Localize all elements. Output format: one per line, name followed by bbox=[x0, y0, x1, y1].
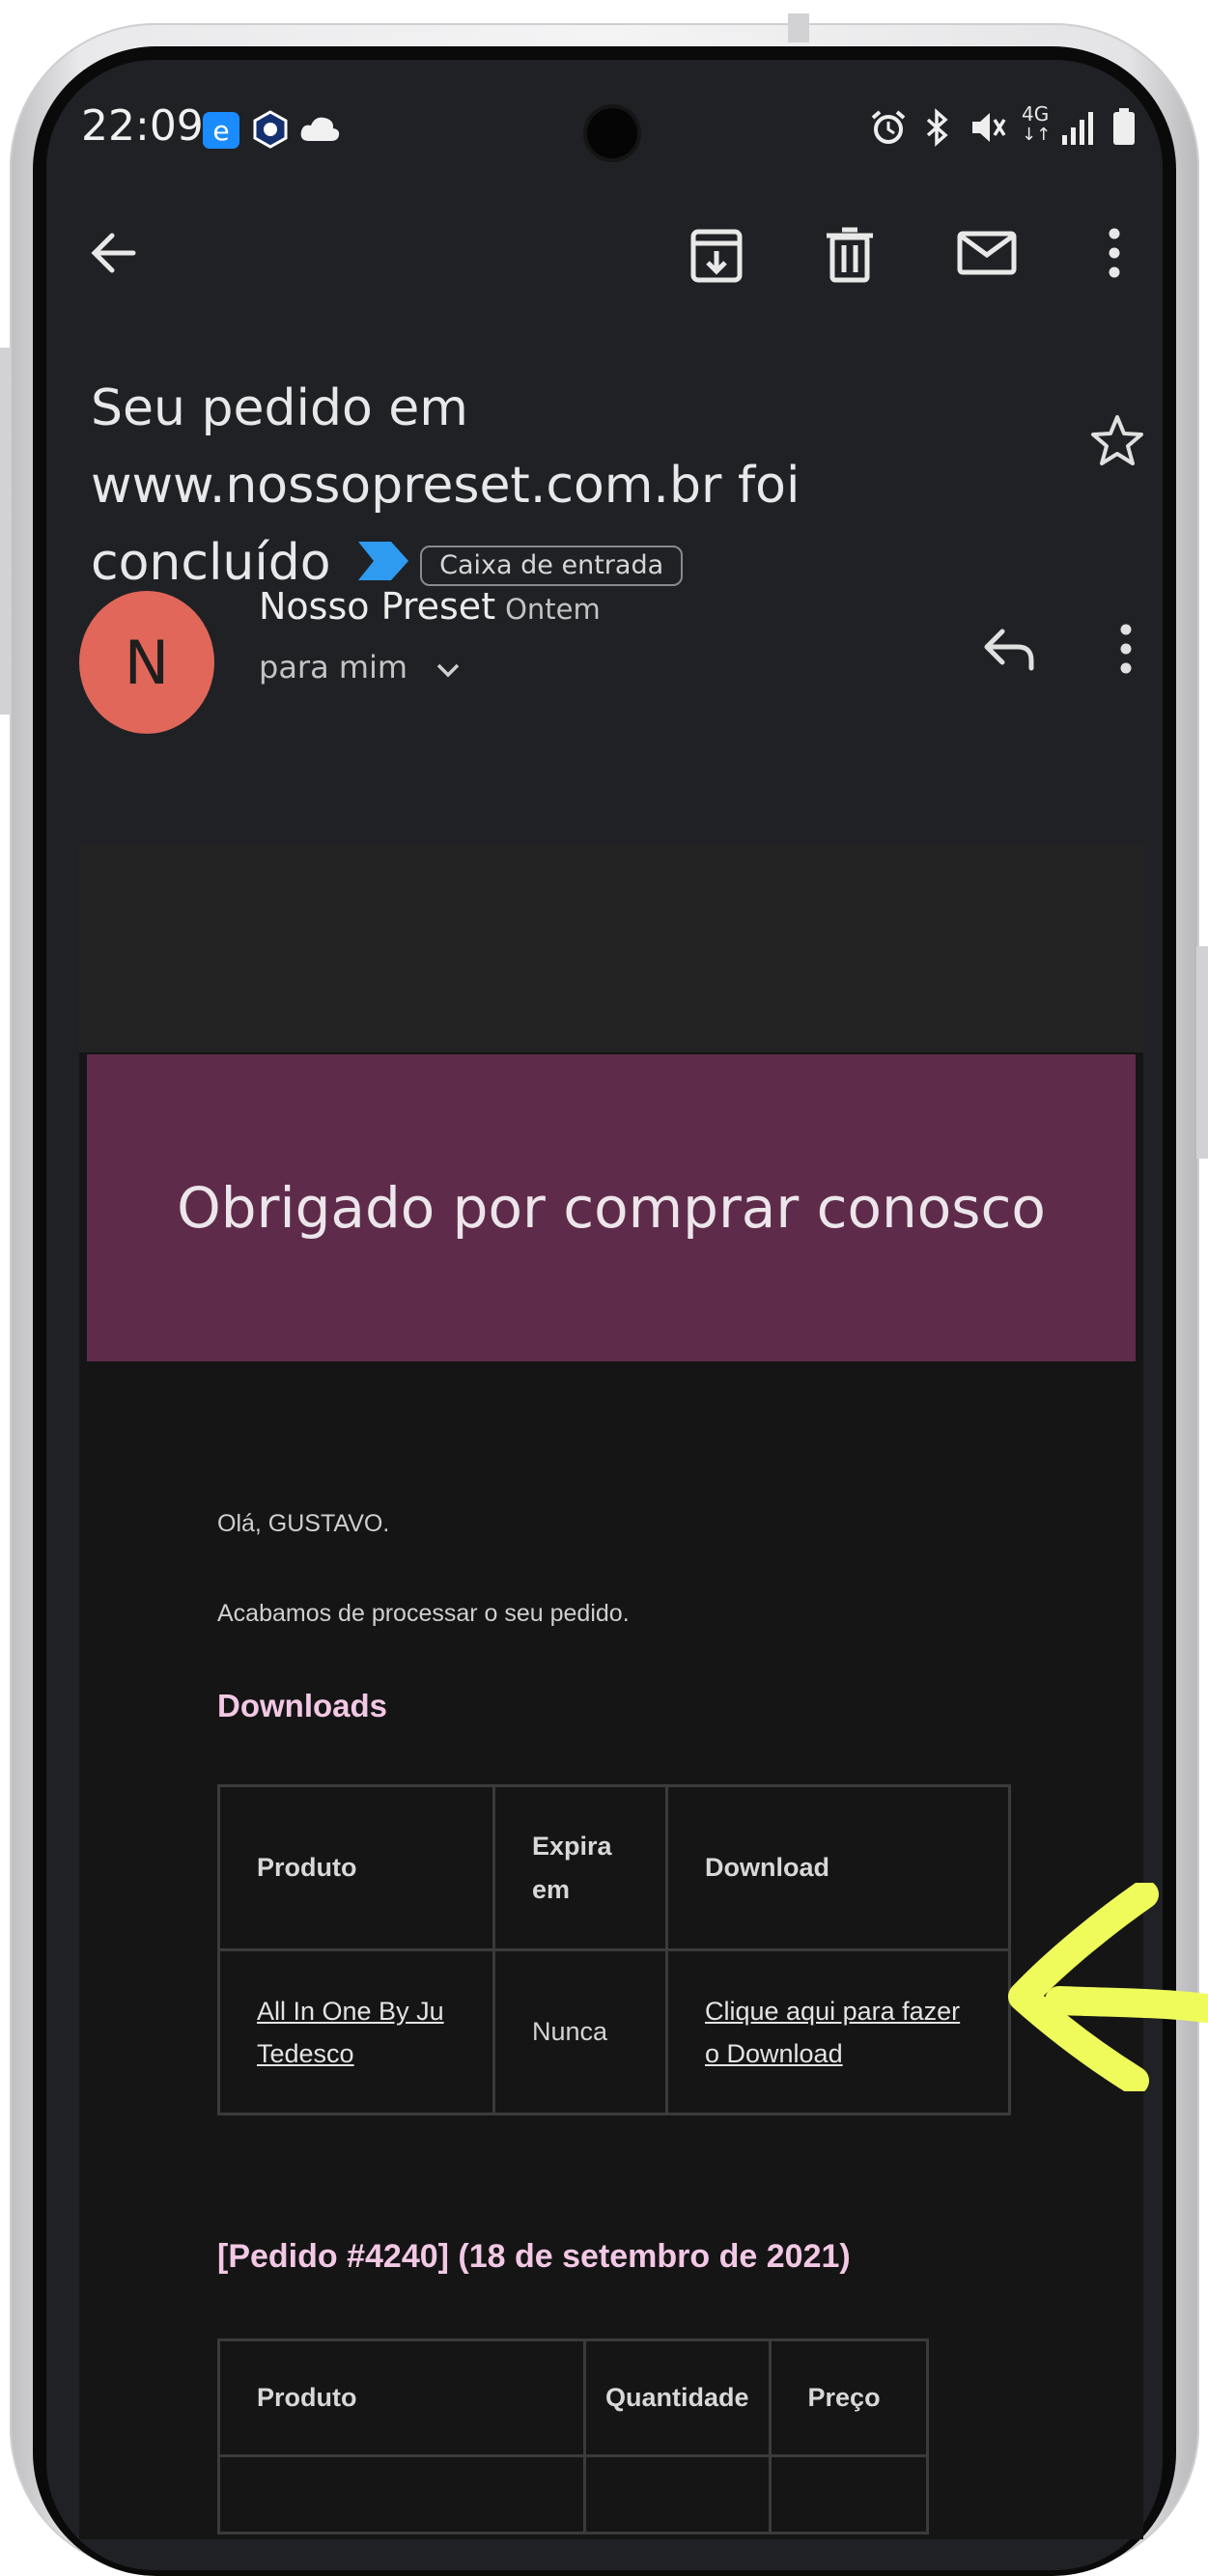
downloads-heading: Downloads bbox=[217, 1688, 388, 1723]
battery-icon bbox=[1112, 108, 1136, 155]
front-camera bbox=[587, 108, 637, 158]
network-type: 4G bbox=[1022, 102, 1050, 126]
archive-icon[interactable] bbox=[688, 224, 745, 291]
sender-avatar: N bbox=[79, 591, 214, 734]
recipient-dropdown[interactable]: para mim bbox=[259, 649, 462, 687]
signal-icon bbox=[1060, 108, 1099, 155]
table-header-cell: Produto bbox=[217, 2338, 586, 2457]
table-row bbox=[217, 2454, 929, 2534]
email-subject: Seu pedido em www.nossopreset.com.br foi… bbox=[91, 370, 1047, 604]
message-more-icon[interactable] bbox=[1114, 620, 1138, 683]
downloads-table: Produto Expira em Download All In One By… bbox=[217, 1784, 1011, 2115]
table-header-cell: Produto bbox=[217, 1784, 495, 1951]
status-time: 22:09 bbox=[81, 101, 204, 151]
email-header-area bbox=[79, 844, 1143, 1052]
table-row: All In One By Ju Tedesco Nunca Clique aq… bbox=[217, 1948, 1011, 2115]
thank-you-banner: Obrigado por comprar conosco bbox=[87, 1054, 1136, 1361]
svg-text:e: e bbox=[212, 115, 229, 147]
annotation-arrow-icon bbox=[999, 1880, 1208, 2096]
mute-icon bbox=[969, 108, 1007, 155]
sender-row: Nosso Preset Ontem bbox=[259, 585, 601, 628]
order-table: Produto Quantidade Preço bbox=[217, 2338, 929, 2534]
more-vert-icon[interactable] bbox=[1103, 224, 1126, 287]
greeting-text: Olá, GUSTAVO. bbox=[217, 1510, 390, 1537]
recipient-text: para mim bbox=[259, 649, 408, 686]
side-button bbox=[1196, 946, 1208, 1159]
chevron-down-icon bbox=[435, 651, 462, 687]
table-cell bbox=[768, 2454, 929, 2534]
inbox-label-chip[interactable]: Caixa de entrada bbox=[420, 546, 684, 586]
side-button bbox=[788, 14, 809, 42]
table-header-cell: Quantidade bbox=[583, 2338, 772, 2457]
download-link-cell: Clique aqui para fazer o Download bbox=[665, 1948, 1011, 2115]
cloud-icon bbox=[299, 114, 340, 148]
intro-text: Acabamos de processar o seu pedido. bbox=[217, 1600, 630, 1627]
crypto-icon bbox=[251, 110, 290, 154]
mark-unread-icon[interactable] bbox=[956, 224, 1018, 287]
table-header-row: Produto Expira em Download bbox=[217, 1784, 1011, 1951]
table-header-cell: Download bbox=[665, 1784, 1011, 1951]
expiry-cell: Nunca bbox=[492, 1948, 668, 2115]
order-heading: [Pedido #4240] (18 de setembro de 2021) bbox=[217, 2238, 851, 2275]
edge-icon: e bbox=[203, 110, 239, 154]
alarm-icon bbox=[869, 108, 908, 155]
delete-icon[interactable] bbox=[823, 224, 877, 291]
star-icon[interactable] bbox=[1089, 413, 1145, 474]
product-link[interactable]: All In One By Ju Tedesco bbox=[257, 1997, 444, 2068]
sender-name: Nosso Preset bbox=[259, 585, 496, 628]
table-cell bbox=[217, 2454, 586, 2534]
back-arrow-icon[interactable] bbox=[85, 224, 143, 287]
table-cell bbox=[583, 2454, 772, 2534]
4g-icon: 4G ↓↑ bbox=[1022, 102, 1052, 145]
side-button bbox=[0, 348, 12, 714]
reply-icon[interactable] bbox=[981, 624, 1039, 677]
table-header-cell: Expira em bbox=[492, 1784, 668, 1951]
table-header-cell: Preço bbox=[768, 2338, 929, 2457]
table-header-row: Produto Quantidade Preço bbox=[217, 2338, 929, 2457]
product-link-cell: All In One By Ju Tedesco bbox=[217, 1948, 495, 2115]
bluetooth-icon bbox=[922, 108, 953, 155]
download-link[interactable]: Clique aqui para fazer o Download bbox=[705, 1997, 960, 2068]
email-date: Ontem bbox=[505, 593, 601, 626]
